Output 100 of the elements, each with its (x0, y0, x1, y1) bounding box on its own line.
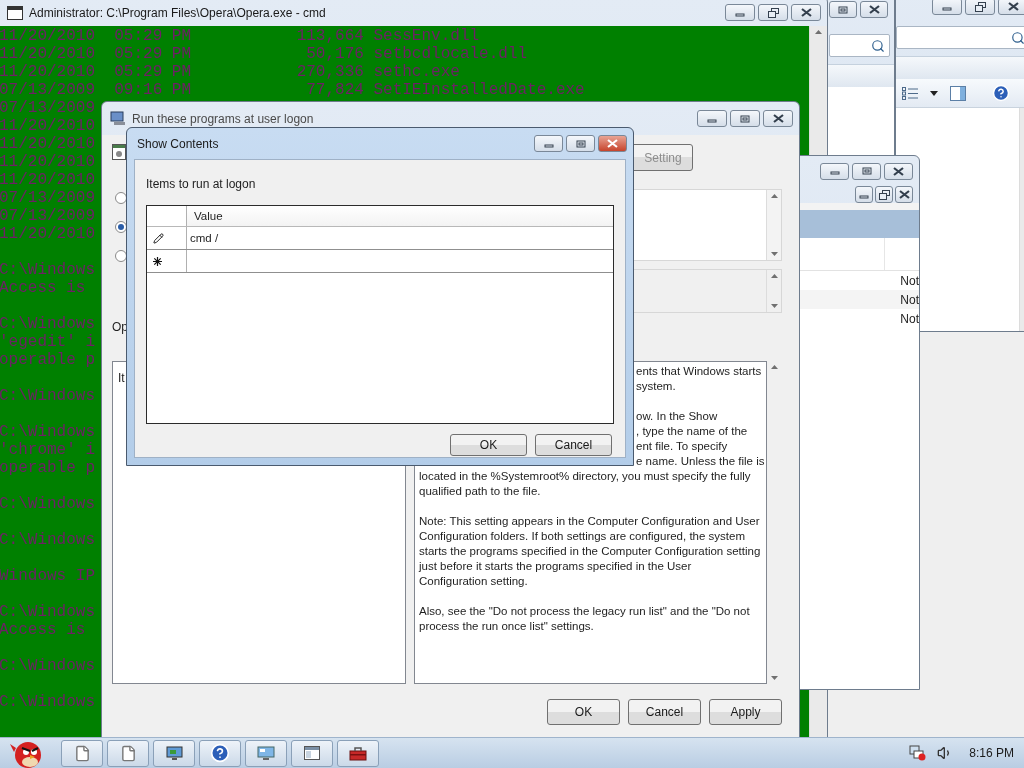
console-line: 07/13/2009 (0, 189, 95, 207)
restore-icon (878, 189, 890, 200)
search-field[interactable] (829, 34, 890, 57)
console-line: 11/20/2010 (0, 117, 95, 135)
close-icon (607, 139, 618, 148)
radio-button[interactable] (115, 192, 127, 204)
taskbar-button[interactable] (153, 739, 195, 767)
maximize-icon (740, 114, 750, 123)
console-line: 11/20/2010 (0, 171, 95, 189)
search-field[interactable] (896, 26, 1024, 49)
close-button[interactable] (791, 4, 821, 21)
clock[interactable]: 8:16 PM (969, 746, 1014, 760)
console-line: C:\Windows (0, 315, 95, 333)
close-icon (772, 114, 784, 123)
taskbar-button[interactable] (337, 739, 379, 767)
window-title: Show Contents (137, 136, 219, 151)
list-item[interactable]: Not (900, 311, 919, 326)
scroll-up-arrow-icon[interactable] (770, 274, 778, 278)
console-line: C:\Windows (0, 693, 95, 711)
computer-icon (110, 111, 126, 126)
help-text-line: e name. Unless the file is (636, 454, 765, 469)
search-icon (871, 38, 885, 53)
close-icon (898, 190, 910, 199)
help-text-line: ents that Windows starts (636, 364, 762, 379)
console-line: 11/20/2010 05:29 PM 50,176 setbcdlocale.dll (0, 45, 528, 63)
help-icon[interactable] (992, 84, 1010, 102)
close-icon (800, 8, 812, 17)
dialog-button[interactable]: OK (450, 434, 527, 456)
scroll-up-arrow-icon[interactable] (771, 365, 778, 369)
maximize-icon (575, 139, 586, 148)
pencil-icon (153, 232, 164, 244)
close-button[interactable] (763, 110, 793, 127)
preview-pane-icon[interactable] (950, 85, 966, 101)
console-line: 07/13/2009 09:16 PM 77,824 SetIEInstalledDate.exe (0, 81, 585, 99)
radio-button[interactable] (115, 221, 127, 233)
console-line: C:\Windows (0, 423, 95, 441)
scroll-down-arrow-icon[interactable] (770, 252, 778, 256)
table-cell[interactable]: cmd / (187, 227, 613, 249)
console-line: C:\Windows (0, 261, 95, 279)
maximize-button[interactable] (566, 135, 595, 152)
taskbar-button[interactable] (199, 739, 241, 767)
window-title: Run these programs at user logon (132, 111, 314, 126)
close-button[interactable] (998, 0, 1024, 15)
console-line: C:\Windows (0, 495, 95, 513)
scroll-up-arrow-icon[interactable] (815, 30, 822, 34)
list-view-icon[interactable] (902, 86, 918, 100)
help-paragraph: Note: This setting appears in the Computer Configuration and User Configuration folders. If both settings are configured, the system starts the programs specified in the Computer Configuration setting just before it starts the programs specified in the User Configuration setting. (419, 514, 762, 589)
scroll-down-arrow-icon[interactable] (770, 304, 778, 308)
console-line: 07/13/2009 (0, 207, 95, 225)
display-icon (257, 745, 275, 761)
close-icon (893, 166, 904, 176)
close-icon (868, 5, 880, 14)
document-icon (119, 744, 137, 762)
help-icon (210, 743, 230, 763)
restore-button[interactable] (875, 186, 893, 203)
close-icon (1007, 2, 1019, 11)
list-item[interactable]: Not (900, 292, 919, 307)
taskbar-button[interactable] (107, 739, 149, 767)
scroll-down-arrow-icon[interactable] (771, 676, 778, 680)
scroll-up-arrow-icon[interactable] (770, 194, 778, 198)
restore-button[interactable] (758, 4, 788, 21)
restore-button[interactable] (965, 0, 995, 15)
console-line: 11/20/2010 05:29 PM 270,336 sethc.exe (0, 63, 460, 81)
close-button[interactable] (884, 162, 913, 180)
console-line: 'chrome' i (0, 441, 95, 459)
window-icon (304, 746, 320, 760)
restore-icon (767, 7, 779, 18)
radio-button[interactable] (115, 250, 127, 262)
dialog-button[interactable]: Apply (709, 699, 782, 725)
help-text-line: ent file. To specify (636, 439, 728, 454)
search-icon (1011, 30, 1024, 45)
help-text-line: , type the name of the (636, 424, 748, 439)
console-line: C:\Windows (0, 531, 95, 549)
dialog-button[interactable]: Cancel (628, 699, 701, 725)
taskbar-button[interactable] (245, 739, 287, 767)
minimize-button[interactable] (534, 135, 563, 152)
maximize-icon (861, 167, 872, 175)
toolbox-icon (349, 745, 367, 761)
close-button[interactable] (598, 135, 627, 152)
window-title: Administrator: C:\Program Files\Opera\Opera.exe - cmd (29, 5, 326, 20)
help-paragraph: located in the %Systemroot% directory, you must specify the fully qualified path to the file. (419, 469, 752, 499)
minimize-button[interactable] (820, 162, 849, 180)
console-line: 11/20/2010 05:29 PM 113,664 SessEnv.dll (0, 27, 480, 45)
network-warning-icon[interactable] (909, 745, 928, 761)
help-text-line: system. (636, 379, 676, 394)
taskbar-button[interactable] (291, 739, 333, 767)
maximize-icon (838, 5, 848, 14)
minimize-button[interactable] (697, 110, 727, 127)
dialog-button[interactable]: Cancel (535, 434, 612, 456)
console-line: 11/20/2010 (0, 135, 95, 153)
list-item[interactable]: Not (900, 273, 919, 288)
help-text-line: ow. In the Show (636, 409, 718, 424)
caret-icon[interactable] (930, 90, 938, 96)
taskbar-button[interactable] (61, 739, 103, 767)
close-button[interactable] (895, 186, 913, 203)
close-button[interactable] (860, 1, 888, 18)
console-line: operable p (0, 351, 95, 369)
restore-icon (974, 1, 986, 12)
options-text: It (118, 371, 125, 385)
dialog-button[interactable]: OK (547, 699, 620, 725)
